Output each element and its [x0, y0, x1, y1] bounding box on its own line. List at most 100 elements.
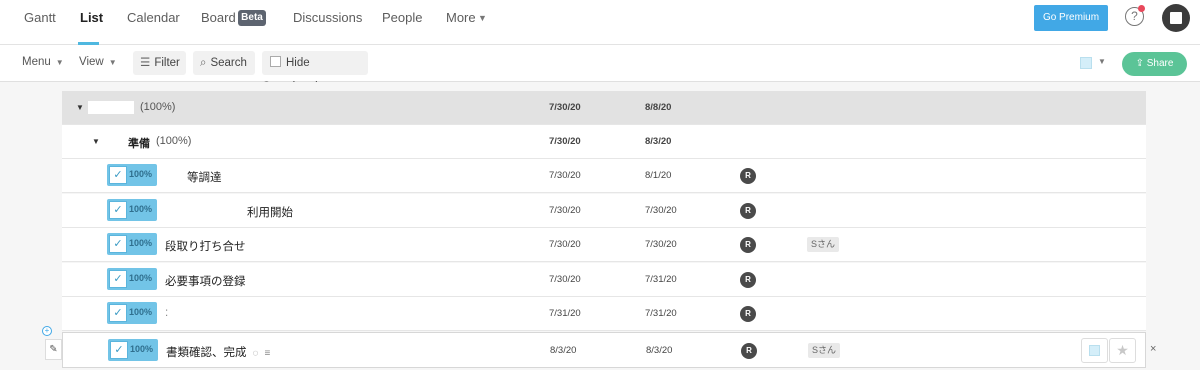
task-name[interactable]: 利用開始 [247, 204, 293, 220]
task-name[interactable]: 段取り打ち合せ [165, 238, 246, 254]
check-icon[interactable]: ✓ [109, 235, 127, 253]
tab-gantt[interactable]: Gantt [24, 10, 56, 25]
assignee-avatar[interactable]: R [740, 306, 756, 322]
share-button[interactable]: ⇪ Share [1122, 52, 1187, 76]
group-percent: (100%) [140, 101, 176, 113]
task-end-date: 7/30/20 [645, 205, 677, 216]
task-start-date: 7/30/20 [549, 170, 581, 181]
search-icon: ⌕ [200, 57, 207, 69]
task-name-with-icons[interactable]: 書類確認、完成 ◌ ≡ [166, 344, 270, 360]
color-swatch-icon [1089, 345, 1100, 356]
assignee-avatar[interactable]: R [740, 203, 756, 219]
collapse-caret-icon[interactable]: ▼ [92, 137, 100, 146]
task-row[interactable]: ✓ 100% : 7/31/20 7/31/20 R [62, 297, 1146, 331]
search-button[interactable]: ⌕ Search [193, 51, 255, 75]
task-progress[interactable]: ✓ 100% [107, 199, 157, 221]
task-start-date: 7/30/20 [549, 205, 581, 216]
task-end-date: 7/31/20 [645, 308, 677, 319]
tab-list[interactable]: List [80, 10, 103, 25]
menu-dropdown[interactable]: Menu ▼ [22, 56, 64, 68]
check-icon[interactable]: ✓ [109, 270, 127, 288]
hide-completed-checkbox[interactable] [270, 56, 281, 67]
group-start-date: 7/30/20 [549, 102, 581, 113]
filter-label: Filter [154, 57, 180, 69]
task-name[interactable]: 等調達 [187, 169, 222, 185]
view-label: View [79, 56, 104, 68]
task-tag[interactable]: Sさん [807, 237, 840, 252]
color-picker-swatch[interactable] [1080, 57, 1092, 69]
task-name[interactable]: : [165, 307, 168, 319]
check-icon[interactable]: ✓ [110, 341, 128, 359]
tab-people[interactable]: People [382, 10, 422, 25]
task-end-date: 7/30/20 [645, 239, 677, 250]
assignee-avatar[interactable]: R [740, 237, 756, 253]
check-icon[interactable]: ✓ [109, 201, 127, 219]
user-avatar[interactable] [1162, 4, 1190, 32]
view-dropdown[interactable]: View ▼ [79, 56, 117, 68]
beta-badge: Beta [238, 10, 266, 26]
notification-dot [1138, 5, 1145, 12]
task-start-date: 7/30/20 [549, 274, 581, 285]
top-nav: Gantt List Calendar Board Beta Discussio… [0, 0, 1200, 45]
comment-icon[interactable]: ◌ [253, 348, 259, 359]
go-premium-button[interactable]: Go Premium [1034, 5, 1108, 31]
task-name[interactable]: 必要事項の登録 [165, 273, 246, 289]
task-row-hovered[interactable]: ✓ 100% 書類確認、完成 ◌ ≡ 8/3/20 8/3/20 R Sさん [62, 332, 1146, 368]
subgroup-row[interactable]: ▼ 準備 (100%) 7/30/20 8/3/20 [62, 125, 1146, 159]
pencil-icon[interactable]: ✎ [45, 339, 62, 360]
more-caret-icon[interactable]: ▼ [478, 13, 487, 23]
tab-discussions[interactable]: Discussions [293, 10, 362, 25]
task-progress[interactable]: ✓ 100% [107, 302, 157, 324]
hide-completed-toggle[interactable]: Hide Completed [262, 51, 368, 93]
assignee-avatar[interactable]: R [740, 272, 756, 288]
tab-calendar[interactable]: Calendar [127, 10, 180, 25]
star-icon[interactable]: ★ [1109, 338, 1136, 363]
task-end-date: 8/3/20 [646, 345, 673, 356]
collapse-caret-icon[interactable]: ▼ [76, 103, 84, 112]
task-start-date: 8/3/20 [550, 345, 577, 356]
color-picker-caret-icon[interactable]: ▼ [1098, 57, 1106, 66]
task-percent: 100% [130, 344, 154, 354]
toolbar: Menu ▼ View ▼ ☰Filter ⌕Search Hide Complet… [0, 45, 1200, 93]
task-percent: 100% [129, 273, 153, 283]
task-progress[interactable]: ✓ 100% [107, 164, 157, 186]
task-progress[interactable]: ✓ 100% [107, 268, 157, 290]
share-icon: ⇪ [1135, 58, 1147, 69]
group-name-redacted [88, 101, 134, 114]
task-end-date: 8/1/20 [645, 170, 672, 181]
tab-board[interactable]: Board [201, 10, 236, 25]
task-percent: 100% [129, 169, 153, 179]
view-caret-icon: ▼ [108, 58, 117, 67]
subgroup-end-date: 8/3/20 [645, 136, 672, 147]
menu-label: Menu [22, 56, 51, 68]
task-start-date: 7/30/20 [549, 239, 581, 250]
assignee-avatar[interactable]: R [740, 168, 756, 184]
task-end-date: 7/31/20 [645, 274, 677, 285]
filter-button[interactable]: ☰ Filter [133, 51, 186, 75]
task-progress[interactable]: ✓ 100% [108, 339, 158, 361]
task-row[interactable]: ✓ 100% 段取り打ち合せ 7/30/20 7/30/20 R Sさん [62, 228, 1146, 262]
task-progress[interactable]: ✓ 100% [107, 233, 157, 255]
assignee-avatar[interactable]: R [741, 343, 757, 359]
note-icon[interactable]: ≡ [264, 348, 270, 359]
subgroup-percent: (100%) [156, 135, 192, 147]
row-color-button[interactable] [1081, 338, 1108, 363]
task-start-date: 7/31/20 [549, 308, 581, 319]
add-task-icon[interactable]: + [42, 326, 52, 336]
close-icon[interactable]: × [1150, 343, 1156, 355]
task-name: 書類確認、完成 [166, 347, 247, 359]
avatar-square-icon [1170, 12, 1182, 24]
task-percent: 100% [129, 307, 153, 317]
task-row[interactable]: ✓ 100% 利用開始 7/30/20 7/30/20 R [62, 194, 1146, 228]
check-icon[interactable]: ✓ [109, 166, 127, 184]
check-icon[interactable]: ✓ [109, 304, 127, 322]
search-label: Search [210, 57, 247, 69]
task-percent: 100% [129, 204, 153, 214]
filter-icon: ☰ [140, 57, 151, 69]
task-tag[interactable]: Sさん [808, 343, 841, 358]
subgroup-name: 準備 [128, 138, 150, 150]
task-row[interactable]: ✓ 100% 等調達 7/30/20 8/1/20 R [62, 159, 1146, 193]
task-row[interactable]: ✓ 100% 必要事項の登録 7/30/20 7/31/20 R [62, 263, 1146, 297]
tab-more[interactable]: More [446, 10, 476, 25]
group-row[interactable]: ▼ (100%) 7/30/20 8/8/20 [62, 91, 1146, 125]
